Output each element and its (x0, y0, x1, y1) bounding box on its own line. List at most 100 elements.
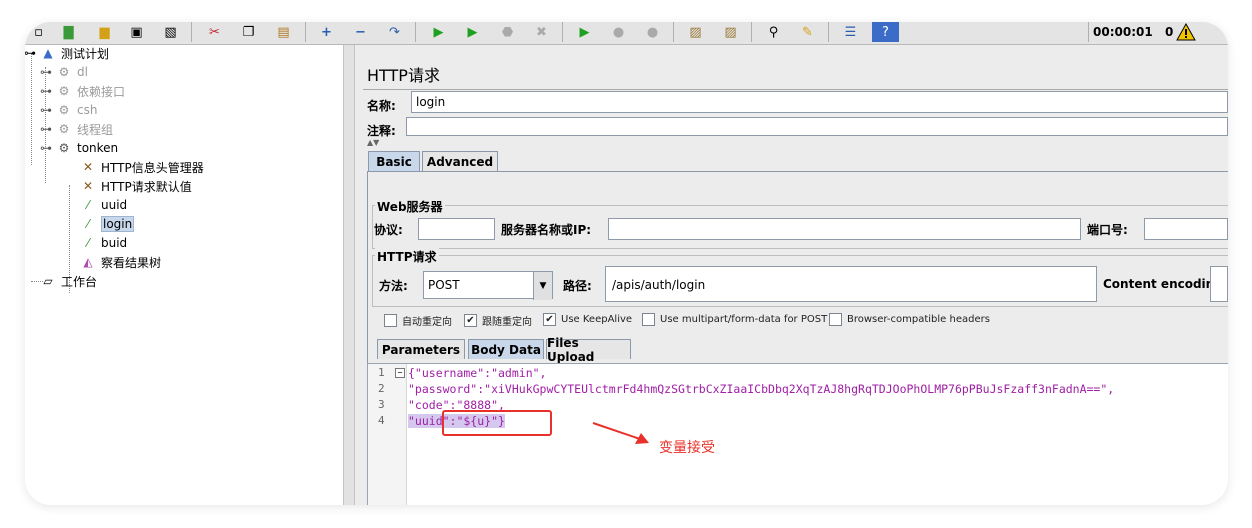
tree-item-buid[interactable]: ⁄ buid (79, 234, 127, 252)
checkbox-box[interactable] (384, 314, 397, 327)
checkbox-label: Use multipart/form-data for POST (660, 314, 828, 325)
line-number-gutter (368, 364, 407, 505)
annotation-arrow-icon (592, 422, 649, 444)
collapse-arrows-icon[interactable]: ▲▼ (367, 138, 379, 147)
expand-toggle-icon[interactable]: ⊶ (40, 83, 52, 99)
checkbox-box[interactable] (642, 313, 655, 326)
remote-stop-icon[interactable]: ● (605, 22, 632, 42)
app-window: ▫ ▇ ▆ ▣ ▧ ✂ ❐ ▤ + − ↷ ▶ ▶ ⬣ ✖ ▶ ● ● ▨ ▨ … (25, 22, 1228, 505)
warning-icon (1176, 23, 1196, 41)
expand-toggle-icon[interactable]: ⊶ (40, 121, 52, 137)
search-icon[interactable]: ⚲ (760, 22, 787, 42)
tree-item-uuid[interactable]: ⁄ uuid (79, 196, 127, 214)
start-no-pause-icon[interactable]: ▶ (459, 22, 486, 42)
multipart-checkbox[interactable]: Use multipart/form-data for POST (642, 313, 827, 326)
remote-shutdown-icon[interactable]: ● (639, 22, 666, 42)
line-number: 3 (378, 398, 385, 411)
fold-icon[interactable]: − (395, 368, 405, 378)
tab-body-data[interactable]: Body Data (468, 339, 544, 359)
help-icon[interactable]: ? (872, 22, 899, 42)
tree-label: 工作台 (61, 274, 98, 289)
toggle-icon[interactable]: ↷ (381, 22, 408, 42)
elapsed-timer: 00:00:01 (1093, 25, 1153, 39)
tree-item-dl[interactable]: ⊶ ⚙ dl (40, 63, 88, 81)
save-icon[interactable]: ▣ (123, 22, 150, 42)
tree-item-results-tree[interactable]: ◭ 察看结果树 (79, 253, 161, 271)
tab-advanced[interactable]: Advanced (422, 151, 498, 171)
new-icon[interactable]: ▫ (25, 22, 52, 42)
method-label: 方法: (379, 279, 408, 293)
pipette-icon: ⁄ (86, 236, 89, 250)
highlight-box (442, 410, 552, 436)
path-field[interactable]: /apis/auth/login (605, 266, 1097, 302)
expand-toggle-icon[interactable]: ⊶ (40, 140, 52, 156)
expand-toggle-icon[interactable]: ⊶ (40, 64, 52, 80)
tab-files-upload[interactable]: Files Upload (546, 336, 631, 364)
copy-icon[interactable]: ❐ (235, 22, 262, 42)
tree-item-csh[interactable]: ⊶ ⚙ csh (40, 101, 98, 119)
comment-label: 注释: (367, 124, 396, 138)
keepalive-checkbox[interactable]: ✔ Use KeepAlive (543, 313, 632, 326)
tree-item-workbench[interactable]: ▱ 工作台 (39, 272, 97, 290)
checkmark-icon[interactable]: ✔ (464, 314, 477, 327)
follow-redirects-checkbox[interactable]: ✔ 跟随重定向 (464, 313, 532, 328)
port-field[interactable] (1144, 218, 1228, 240)
tree-label: csh (77, 103, 98, 117)
open-icon[interactable]: ▆ (91, 22, 118, 42)
tab-basic[interactable]: Basic (368, 151, 420, 171)
save-as-icon[interactable]: ▧ (157, 22, 184, 42)
tree-root-test-plan[interactable]: ⊶ ▲ 测试计划 (25, 44, 109, 62)
wrench-icon: ✕ (82, 160, 94, 174)
clear-all-icon[interactable]: ▨ (717, 22, 744, 42)
tab-parameters[interactable]: Parameters (377, 339, 465, 359)
tree-item-header-manager[interactable]: ✕ HTTP信息头管理器 (79, 158, 204, 176)
line-number: 4 (378, 414, 385, 427)
checkmark-icon[interactable]: ✔ (543, 313, 556, 326)
line-number: 1 (378, 366, 385, 379)
cut-icon[interactable]: ✂ (201, 22, 228, 42)
workbench-icon: ▱ (43, 274, 53, 288)
method-select[interactable]: POST ▼ (423, 271, 553, 300)
name-field[interactable]: login (411, 91, 1228, 113)
expand-toggle-icon[interactable]: ⊶ (40, 102, 52, 118)
expand-icon[interactable]: + (313, 22, 340, 42)
tree-label: login (101, 216, 135, 232)
test-plan-icon: ▲ (43, 46, 53, 60)
tree-label: 线程组 (77, 122, 114, 137)
name-label: 名称: (367, 99, 396, 113)
paste-icon[interactable]: ▤ (270, 22, 297, 42)
content-encoding-field[interactable] (1210, 266, 1228, 302)
tree-item-tonken[interactable]: ⊶ ⚙ tonken (40, 139, 118, 157)
tree-label: HTTP请求默认值 (101, 179, 192, 194)
code-line: {"username":"admin", (408, 366, 547, 380)
path-label: 路径: (563, 279, 592, 293)
redirect-auto-checkbox[interactable]: 自动重定向 (384, 313, 452, 328)
tree-item-thread-group[interactable]: ⊶ ⚙ 线程组 (40, 120, 114, 138)
tree-item-request-defaults[interactable]: ✕ HTTP请求默认值 (79, 177, 192, 195)
tree-label: 察看结果树 (101, 255, 162, 270)
expand-toggle-icon[interactable]: ⊶ (25, 45, 36, 61)
stop-icon[interactable]: ⬣ (494, 22, 521, 42)
start-icon[interactable]: ▶ (425, 22, 452, 42)
web-server-group-title: Web服务器 (375, 198, 445, 215)
protocol-field[interactable] (418, 218, 495, 240)
port-label: 端口号: (1087, 223, 1128, 237)
shutdown-icon[interactable]: ✖ (528, 22, 555, 42)
server-field[interactable] (608, 218, 1081, 240)
tree-item-login[interactable]: ⁄ login (79, 215, 135, 233)
function-helper-icon[interactable]: ☰ (837, 22, 864, 42)
clear-icon[interactable]: ▨ (682, 22, 709, 42)
panel-title: HTTP请求 (367, 66, 440, 85)
collapse-icon[interactable]: − (347, 22, 374, 42)
browser-compatible-checkbox[interactable]: Browser-compatible headers (829, 313, 990, 326)
tree-item-dependency[interactable]: ⊶ ⚙ 依赖接口 (40, 82, 125, 100)
templates-icon[interactable]: ▇ (55, 22, 82, 42)
split-pane-divider[interactable] (343, 45, 355, 505)
chevron-down-icon[interactable]: ▼ (533, 272, 552, 300)
thread-group-gear-icon: ⚙ (58, 141, 70, 155)
remote-start-icon[interactable]: ▶ (571, 22, 598, 42)
checkbox-box[interactable] (829, 313, 842, 326)
comment-field[interactable] (406, 117, 1228, 136)
tree-label: HTTP信息头管理器 (101, 160, 204, 175)
reset-search-icon[interactable]: ✎ (794, 22, 821, 42)
